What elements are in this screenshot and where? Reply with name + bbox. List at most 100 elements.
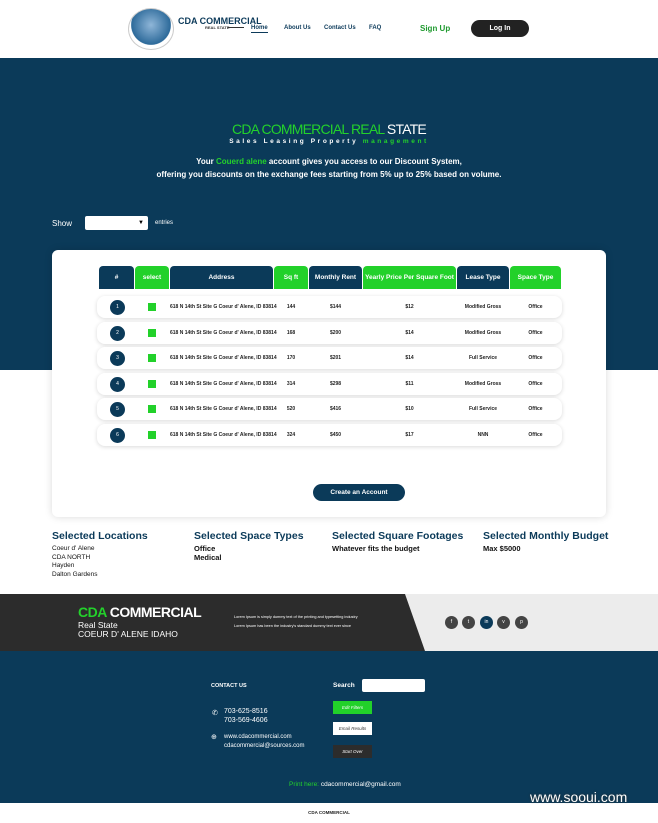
twitter-icon[interactable]: t bbox=[462, 616, 475, 629]
select-checkbox[interactable] bbox=[148, 329, 156, 337]
selected-value: Medical bbox=[194, 552, 222, 562]
cell-lease: Full Service bbox=[468, 355, 498, 361]
login-button[interactable]: Log In bbox=[471, 20, 529, 37]
selected-value: Coeur d' Alene bbox=[52, 545, 95, 552]
intro-highlight: Couerd alene bbox=[216, 157, 267, 166]
table-row[interactable]: 6 618 N 14th St Site G Coeur d' Alene, ID… bbox=[97, 424, 562, 446]
band-brand: CDA COMMERCIAL bbox=[78, 604, 202, 620]
row-number: 5 bbox=[110, 402, 125, 417]
column-header[interactable]: Address bbox=[170, 266, 273, 289]
linkedin-icon[interactable]: in bbox=[480, 616, 493, 629]
bottom-brand: CDA COMMERCIAL bbox=[308, 810, 350, 815]
selected-title: Selected Locations bbox=[52, 530, 148, 542]
table-row[interactable]: 3 618 N 14th St Site G Coeur d' Alene, ID… bbox=[97, 347, 562, 369]
cell-rent: $450 bbox=[329, 432, 342, 438]
cell-lease: NNN bbox=[477, 432, 489, 438]
band-line3: COEUR D' ALENE IDAHO bbox=[78, 629, 178, 639]
select-checkbox[interactable] bbox=[148, 354, 156, 362]
selected-value: Hayden bbox=[52, 562, 75, 569]
logo[interactable] bbox=[128, 8, 174, 50]
table-row[interactable]: 4 618 N 14th St Site G Coeur d' Alene, ID… bbox=[97, 373, 562, 395]
facebook-icon[interactable]: f bbox=[445, 616, 458, 629]
column-header[interactable]: Monthly Rent bbox=[309, 266, 362, 289]
selected-value: CDA NORTH bbox=[52, 553, 91, 561]
row-number: 1 bbox=[110, 300, 125, 315]
nav-home[interactable]: Home bbox=[251, 25, 268, 33]
select-checkbox[interactable] bbox=[148, 431, 156, 439]
table-row[interactable]: 2 618 N 14th St Site G Coeur d' Alene, ID… bbox=[97, 322, 562, 344]
search-input[interactable] bbox=[362, 679, 425, 692]
band-brand-green: CDA bbox=[78, 604, 107, 620]
row-number: 3 bbox=[110, 351, 125, 366]
show-label: Show bbox=[52, 219, 73, 228]
contact-title: CONTACT US bbox=[211, 683, 247, 689]
column-header[interactable]: select bbox=[135, 266, 169, 289]
cell-space: Office bbox=[528, 381, 543, 387]
row-number: 4 bbox=[110, 377, 125, 392]
selected-value: Whatever fits the budget bbox=[332, 544, 420, 553]
selected-title: Selected Space Types bbox=[194, 530, 304, 542]
phone-icon: ✆ bbox=[212, 710, 218, 717]
entries-select[interactable]: ▼ bbox=[85, 216, 148, 230]
table-row[interactable]: 1 618 N 14th St Site G Coeur d' Alene, ID… bbox=[97, 296, 562, 318]
nav-faq[interactable]: FAQ bbox=[369, 25, 381, 31]
column-header[interactable]: Lease Type bbox=[457, 266, 509, 289]
vimeo-icon[interactable]: v bbox=[497, 616, 510, 629]
cell-address: 618 N 14th St Site G Coeur d' Alene, ID … bbox=[170, 330, 277, 336]
selected-title: Selected Square Footages bbox=[332, 530, 464, 542]
nav-about[interactable]: About Us bbox=[284, 25, 311, 31]
selected-value: Max $5000 bbox=[483, 544, 521, 553]
pinterest-icon[interactable]: p bbox=[515, 616, 528, 629]
tagline-green: management bbox=[362, 138, 429, 145]
start-over-button[interactable]: Start Over bbox=[333, 745, 372, 758]
column-header[interactable]: Space Type bbox=[510, 266, 561, 289]
title-green: CDA COMMERCIAL REAL bbox=[232, 121, 385, 137]
cell-sqft: 170 bbox=[286, 355, 296, 361]
globe-icon: ⊕ bbox=[211, 734, 217, 741]
cell-rent: $200 bbox=[329, 330, 342, 336]
intro-text: Your bbox=[196, 157, 214, 166]
cell-sqft: 520 bbox=[286, 406, 296, 412]
column-header[interactable]: Yearly Price Per Square Foot bbox=[363, 266, 456, 289]
cell-lease: Modified Gross bbox=[464, 304, 502, 310]
cell-lease: Modified Gross bbox=[464, 330, 502, 336]
cell-sqft: 144 bbox=[286, 304, 296, 310]
edit-filters-button[interactable]: Edit Filters bbox=[333, 701, 372, 714]
intro-line-2: offering you discounts on the exchange f… bbox=[156, 170, 502, 179]
cell-yearly: $17 bbox=[405, 432, 414, 438]
cell-sqft: 314 bbox=[286, 381, 296, 387]
cell-address: 618 N 14th St Site G Coeur d' Alene, ID … bbox=[170, 381, 277, 387]
cell-sqft: 168 bbox=[286, 330, 296, 336]
select-checkbox[interactable] bbox=[148, 380, 156, 388]
column-header[interactable]: Sq ft bbox=[274, 266, 308, 289]
selected-title: Selected Monthly Budget bbox=[483, 530, 609, 542]
email-results-button[interactable]: Email Results bbox=[333, 722, 372, 735]
print-line: Print here: cdacommercial@gmail.com bbox=[289, 781, 401, 788]
brand-sub: REAL STATE bbox=[205, 25, 230, 30]
cell-sqft: 324 bbox=[286, 432, 296, 438]
phone-2: 703-569-4606 bbox=[224, 717, 268, 724]
cell-yearly: $12 bbox=[405, 304, 414, 310]
print-email[interactable]: cdacommercial@gmail.com bbox=[321, 781, 401, 788]
cell-address: 618 N 14th St Site G Coeur d' Alene, ID … bbox=[170, 406, 277, 412]
column-header[interactable]: # bbox=[99, 266, 134, 289]
print-label: Print here: bbox=[289, 781, 319, 788]
email-link[interactable]: cdacommercial@sources.com bbox=[224, 743, 304, 749]
footer-band-dark bbox=[0, 594, 425, 651]
divider bbox=[228, 27, 244, 28]
row-number: 6 bbox=[110, 428, 125, 443]
cell-lease: Modified Gross bbox=[464, 381, 502, 387]
cell-space: Office bbox=[528, 330, 543, 336]
cell-space: Office bbox=[528, 406, 543, 412]
table-row[interactable]: 5 618 N 14th St Site G Coeur d' Alene, ID… bbox=[97, 398, 562, 420]
select-checkbox[interactable] bbox=[148, 303, 156, 311]
cell-rent: $416 bbox=[329, 406, 342, 412]
select-checkbox[interactable] bbox=[148, 405, 156, 413]
create-account-button[interactable]: Create an Account bbox=[313, 484, 405, 501]
cell-yearly: $14 bbox=[405, 355, 414, 361]
cell-rent: $144 bbox=[329, 304, 342, 310]
cell-address: 618 N 14th St Site G Coeur d' Alene, ID … bbox=[170, 355, 277, 361]
website-link[interactable]: www.cdacommercial.com bbox=[224, 734, 292, 740]
signup-link[interactable]: Sign Up bbox=[420, 24, 450, 33]
nav-contact[interactable]: Contact Us bbox=[324, 25, 356, 31]
